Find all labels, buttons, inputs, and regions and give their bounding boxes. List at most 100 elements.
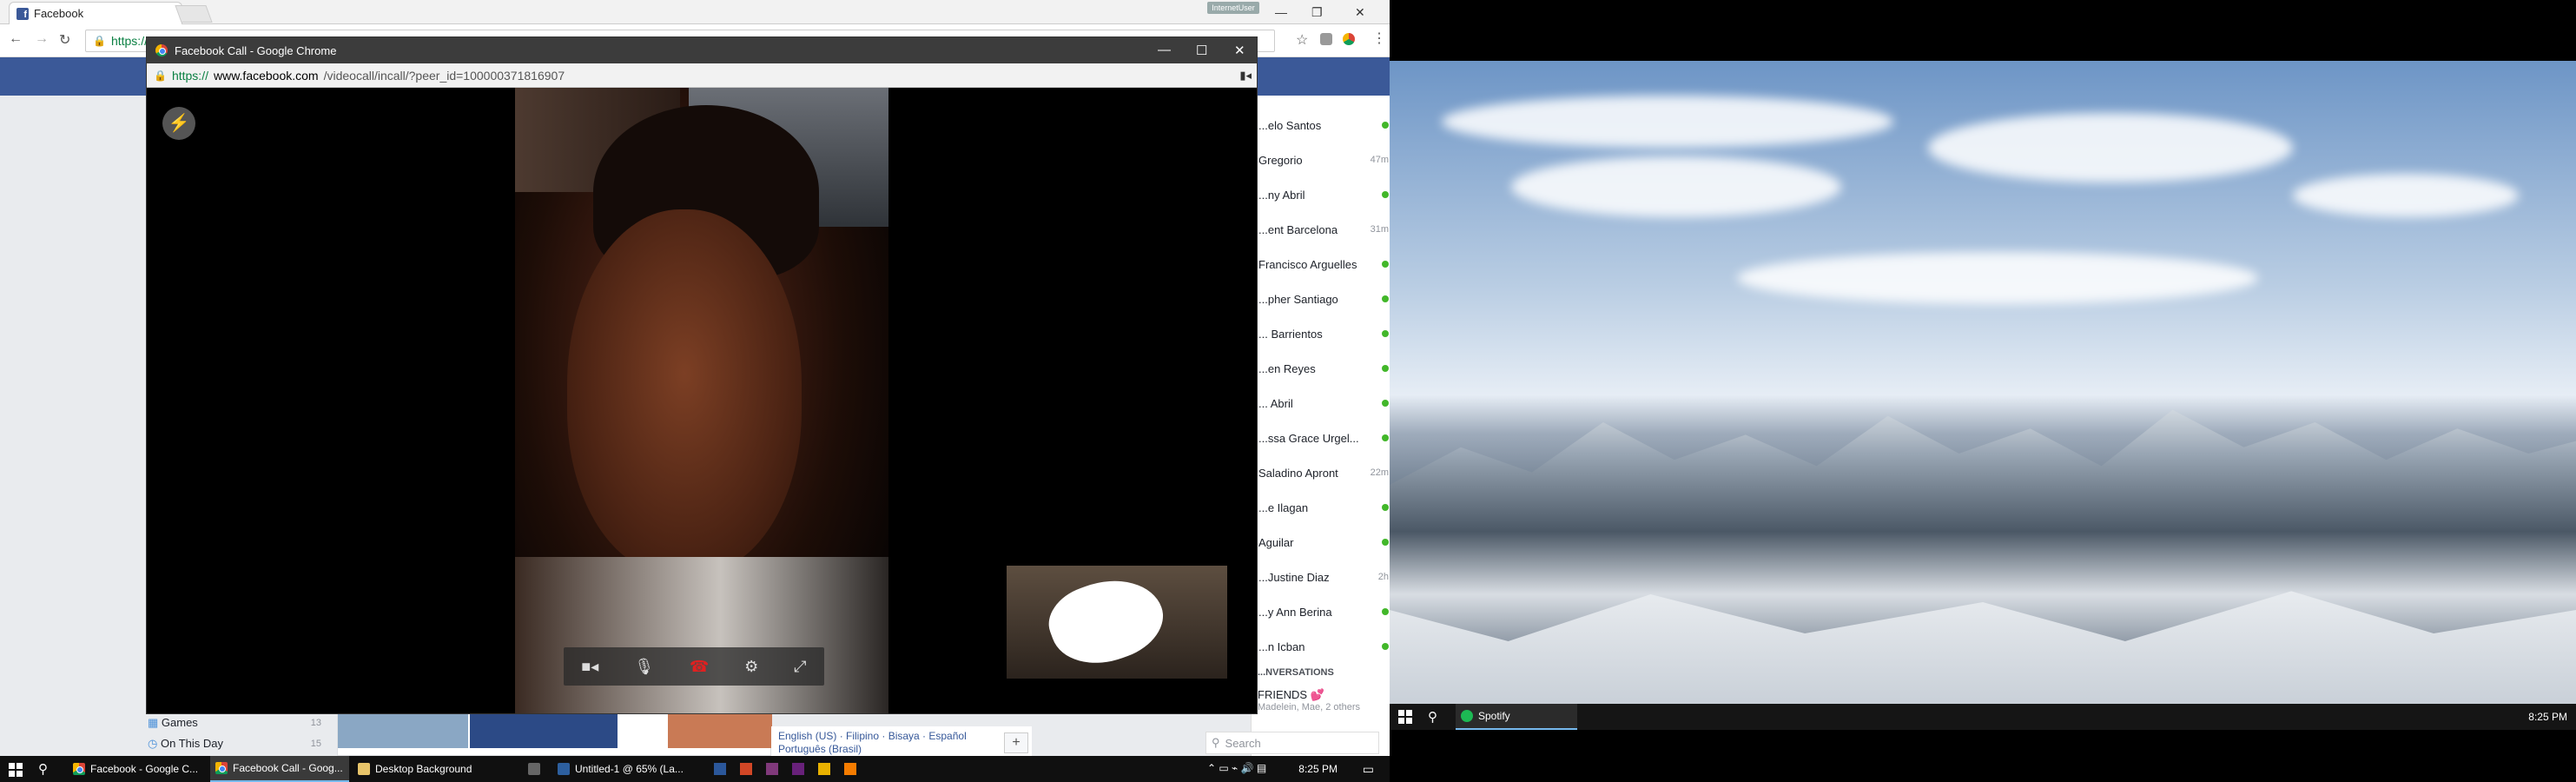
bookmark-star-icon[interactable]: ☆: [1296, 31, 1308, 49]
taskbar-item-label: Desktop Background: [375, 763, 472, 775]
menu-icon[interactable]: ⋮: [1372, 30, 1386, 47]
close-icon[interactable]: ✕: [1234, 43, 1245, 58]
chat-sidebar: ...elo Santos Gregorio 47m ...ny Abril ..…: [1251, 96, 1390, 756]
reload-icon[interactable]: ↻: [59, 31, 70, 49]
system-tray-icons[interactable]: ⌃ ▭ ⌁ 🔊 ▤: [1207, 762, 1266, 774]
call-address-bar[interactable]: 🔒 https:// www.facebook.com/videocall/inc…: [147, 63, 1257, 88]
feed-card: [337, 712, 772, 756]
app-icon[interactable]: [844, 763, 856, 775]
chat-contact[interactable]: ...Justine Diaz 2h: [1258, 568, 1389, 586]
extension-icon[interactable]: [1343, 33, 1355, 45]
chat-contact[interactable]: ...e Ilagan: [1258, 499, 1389, 516]
microphone-icon[interactable]: 🎙: [634, 658, 654, 676]
chat-contact[interactable]: ...elo Santos: [1258, 116, 1389, 134]
cloud: [1442, 96, 1893, 148]
contact-name: ...y Ann Berina: [1258, 605, 1332, 619]
facebook-left-nav: ▦ Games 13 ◷ On This Day 15: [148, 712, 321, 754]
chat-contact[interactable]: ...ent Barcelona 31m: [1258, 221, 1389, 238]
notifications-icon[interactable]: ▭: [1363, 762, 1374, 777]
call-controls: ■◂ 🎙 ☎ ⚙ ⤢: [564, 647, 824, 686]
chat-contact[interactable]: Francisco Arguelles: [1258, 255, 1389, 273]
taskbar-item-spotify[interactable]: Spotify: [1456, 704, 1577, 730]
contact-name: ... Abril: [1258, 396, 1293, 410]
camera-icon[interactable]: ▮◂: [1239, 69, 1252, 83]
video-camera-icon[interactable]: ■◂: [581, 658, 598, 676]
messenger-icon[interactable]: ⚡: [162, 107, 195, 140]
chat-contact[interactable]: ...y Ann Berina: [1258, 603, 1389, 620]
hang-up-icon[interactable]: ☎: [690, 658, 709, 676]
chat-contact[interactable]: ...n Icban: [1258, 638, 1389, 655]
taskbar-item-facebook-call[interactable]: Facebook Call - Goog...: [210, 756, 349, 782]
search-icon: ⚲: [1212, 736, 1220, 749]
last-active: 2h: [1377, 572, 1389, 582]
languages-line[interactable]: English (US) · Filipino · Bisaya · Españ…: [778, 730, 1025, 743]
chat-contact[interactable]: ...en Reyes: [1258, 360, 1389, 377]
chat-contact[interactable]: ...ny Abril: [1258, 186, 1389, 203]
chrome-icon: [155, 44, 168, 56]
forward-icon[interactable]: →: [35, 31, 49, 47]
chat-contact[interactable]: Gregorio 47m: [1258, 151, 1389, 169]
contact-name: Aguilar: [1258, 535, 1294, 549]
taskbar-clock[interactable]: 8:25 PM: [1298, 763, 1338, 775]
back-icon[interactable]: ←: [9, 31, 23, 47]
languages-line[interactable]: Português (Brasil): [778, 743, 1025, 756]
online-dot-icon: [1382, 295, 1389, 302]
fullscreen-icon[interactable]: ⤢: [794, 658, 806, 676]
contact-name: ... Barrientos: [1258, 327, 1323, 341]
taskbar-item-label: Facebook - Google C...: [90, 763, 199, 775]
call-window-title: Facebook Call - Google Chrome: [175, 43, 337, 57]
add-language-button[interactable]: +: [1004, 732, 1028, 753]
online-dot-icon: [1382, 504, 1389, 511]
group-conversation-name[interactable]: FRIENDS 💕: [1258, 688, 1324, 702]
extension-icon[interactable]: [1320, 33, 1332, 45]
chat-contact[interactable]: ... Abril: [1258, 394, 1389, 412]
contact-name: ...ent Barcelona: [1258, 222, 1338, 236]
new-tab-button[interactable]: [175, 5, 213, 23]
online-dot-icon: [1382, 261, 1389, 268]
online-dot-icon: [1382, 330, 1389, 337]
online-dot-icon: [1382, 191, 1389, 198]
conversations-header: ...NVERSATIONS: [1258, 667, 1334, 678]
onenote-icon[interactable]: [766, 763, 778, 775]
maximize-icon[interactable]: ❐: [1311, 5, 1323, 20]
cloud: [2293, 174, 2519, 217]
taskbar-item-photoshop[interactable]: Untitled-1 @ 65% (La...: [552, 756, 691, 782]
search-icon[interactable]: ⚲: [38, 761, 48, 777]
last-active: 22m: [1370, 467, 1389, 478]
search-icon[interactable]: ⚲: [1428, 709, 1437, 725]
minimize-icon[interactable]: —: [1275, 5, 1287, 19]
chat-search-input[interactable]: ⚲ Search: [1205, 732, 1379, 754]
taskbar-item-chrome-facebook[interactable]: Facebook - Google C...: [68, 756, 207, 782]
contact-name: ...pher Santiago: [1258, 292, 1338, 306]
minimize-icon[interactable]: —: [1158, 43, 1171, 57]
chat-contact[interactable]: ...ssa Grace Urgel...: [1258, 429, 1389, 447]
powerpoint-icon[interactable]: [740, 763, 752, 775]
taskbar: ⚲ Facebook - Google C... Facebook Call -…: [0, 756, 1390, 782]
chat-contact[interactable]: Aguilar: [1258, 533, 1389, 551]
call-window-titlebar[interactable]: Facebook Call - Google Chrome: [147, 37, 1257, 63]
tab-facebook[interactable]: f Facebook: [9, 2, 182, 24]
visual-studio-icon[interactable]: [792, 763, 804, 775]
address-text: https://: [110, 34, 148, 48]
windows-start-icon[interactable]: [1398, 710, 1412, 724]
maximize-icon[interactable]: ☐: [1196, 43, 1207, 58]
chat-contact[interactable]: ... Barrientos: [1258, 325, 1389, 342]
chat-contact[interactable]: ...pher Santiago: [1258, 290, 1389, 308]
profile-badge[interactable]: InternetUser: [1207, 2, 1259, 14]
chat-contact[interactable]: Saladino Apront 22m: [1258, 464, 1389, 481]
taskbar-item-desktop-background[interactable]: Desktop Background: [353, 756, 492, 782]
settings-gear-icon[interactable]: ⚙: [744, 658, 758, 676]
taskbar-item-label: Untitled-1 @ 65% (La...: [575, 763, 684, 775]
secondary-taskbar-clock[interactable]: 8:25 PM: [2528, 711, 2567, 723]
close-icon[interactable]: ✕: [1355, 5, 1365, 20]
calculator-icon[interactable]: [528, 763, 540, 775]
nav-item-games[interactable]: ▦ Games 13: [148, 712, 321, 733]
nav-item-on-this-day[interactable]: ◷ On This Day 15: [148, 733, 321, 754]
word-icon[interactable]: [714, 763, 726, 775]
last-active: 31m: [1370, 224, 1389, 235]
contact-name: Gregorio: [1258, 153, 1303, 167]
windows-start-icon[interactable]: [9, 763, 23, 777]
video-subject-face: [567, 209, 802, 574]
app-icon[interactable]: [818, 763, 830, 775]
feed-photo: [668, 713, 772, 748]
